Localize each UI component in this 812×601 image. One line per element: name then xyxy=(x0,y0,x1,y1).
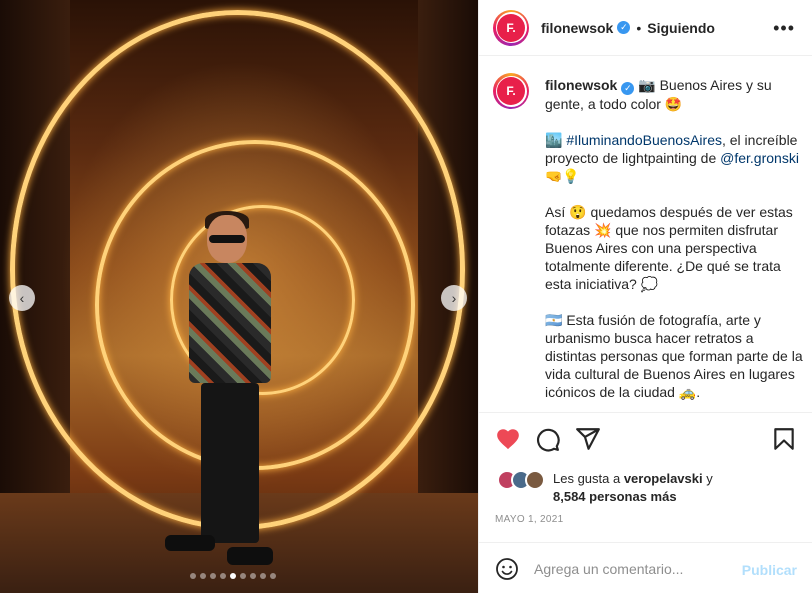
caption-paragraph-4: 🇦🇷 Esta fusión de fotografía, arte y urb… xyxy=(545,311,803,400)
share-icon[interactable] xyxy=(575,426,601,452)
comment-form: Publicar xyxy=(479,542,812,593)
caption-text: filonewsok ✓ 📷 Buenos Aires y su gente, a… xyxy=(545,76,803,412)
caption-avatar[interactable]: F. xyxy=(493,73,529,109)
comment-input[interactable] xyxy=(534,557,734,581)
carousel-next-button[interactable]: › xyxy=(441,285,467,311)
comment-icon[interactable] xyxy=(535,426,561,452)
liker-avatars[interactable] xyxy=(497,470,549,492)
carousel-dot xyxy=(220,573,226,579)
carousel-dot xyxy=(250,573,256,579)
publish-button[interactable]: Publicar xyxy=(742,562,797,578)
carousel-dot xyxy=(210,573,216,579)
verified-icon: ✓ xyxy=(617,21,631,34)
photo-person xyxy=(165,211,275,565)
post-panel: F. filonewsok ✓ • Siguiendo ••• F. filon… xyxy=(478,0,812,593)
post-date[interactable]: MAYO 1, 2021 xyxy=(495,514,563,525)
following-button[interactable]: Siguiendo xyxy=(647,20,715,36)
likes-summary: Les gusta a veropelavski y 8,584 persona… xyxy=(497,468,807,508)
header-separator: • xyxy=(636,19,642,36)
likes-middle: y xyxy=(702,471,713,486)
caption-avatar-logo: F. xyxy=(497,77,525,105)
avatar-logo: F. xyxy=(497,13,525,42)
carousel-dot xyxy=(240,573,246,579)
likes-prefix: Les gusta a xyxy=(553,471,624,486)
post-media[interactable]: ‹ › xyxy=(0,0,478,593)
post-header: F. filonewsok ✓ • Siguiendo ••• xyxy=(479,0,812,56)
carousel-dot xyxy=(230,573,236,579)
hashtag-link[interactable]: #IluminandoBuenosAires xyxy=(566,132,722,148)
liker-username[interactable]: veropelavski xyxy=(624,471,703,486)
bookmark-icon[interactable] xyxy=(771,426,797,452)
chevron-right-icon: › xyxy=(451,290,457,306)
caption-paragraph-3: Así 😲 quedamos después de ver estas fota… xyxy=(545,203,793,292)
caption-username[interactable]: filonewsok xyxy=(545,77,617,93)
emoji-icon[interactable] xyxy=(495,557,519,581)
verified-icon: ✓ xyxy=(621,81,635,95)
carousel-dot xyxy=(190,573,196,579)
caption-section[interactable]: F. filonewsok ✓ 📷 Buenos Aires y su gente… xyxy=(479,57,812,413)
avatar[interactable]: F. xyxy=(493,9,529,46)
mention-link[interactable]: @fer.gronski xyxy=(720,150,799,166)
likes-text: Les gusta a veropelavski y 8,584 persona… xyxy=(553,470,713,506)
action-bar xyxy=(479,414,812,464)
caption-p2-suffix: 🤜💡 xyxy=(545,167,580,184)
carousel-indicators xyxy=(190,573,276,579)
heart-icon[interactable] xyxy=(495,426,521,452)
caption-p2-prefix: 🏙️ xyxy=(545,131,567,148)
more-options-icon[interactable]: ••• xyxy=(773,18,795,39)
header-username[interactable]: filonewsok xyxy=(541,20,613,36)
likes-count[interactable]: 8,584 personas más xyxy=(553,489,677,504)
chevron-left-icon: ‹ xyxy=(19,290,25,306)
carousel-dot xyxy=(270,573,276,579)
carousel-dot xyxy=(260,573,266,579)
carousel-dot xyxy=(200,573,206,579)
carousel-prev-button[interactable]: ‹ xyxy=(9,285,35,311)
